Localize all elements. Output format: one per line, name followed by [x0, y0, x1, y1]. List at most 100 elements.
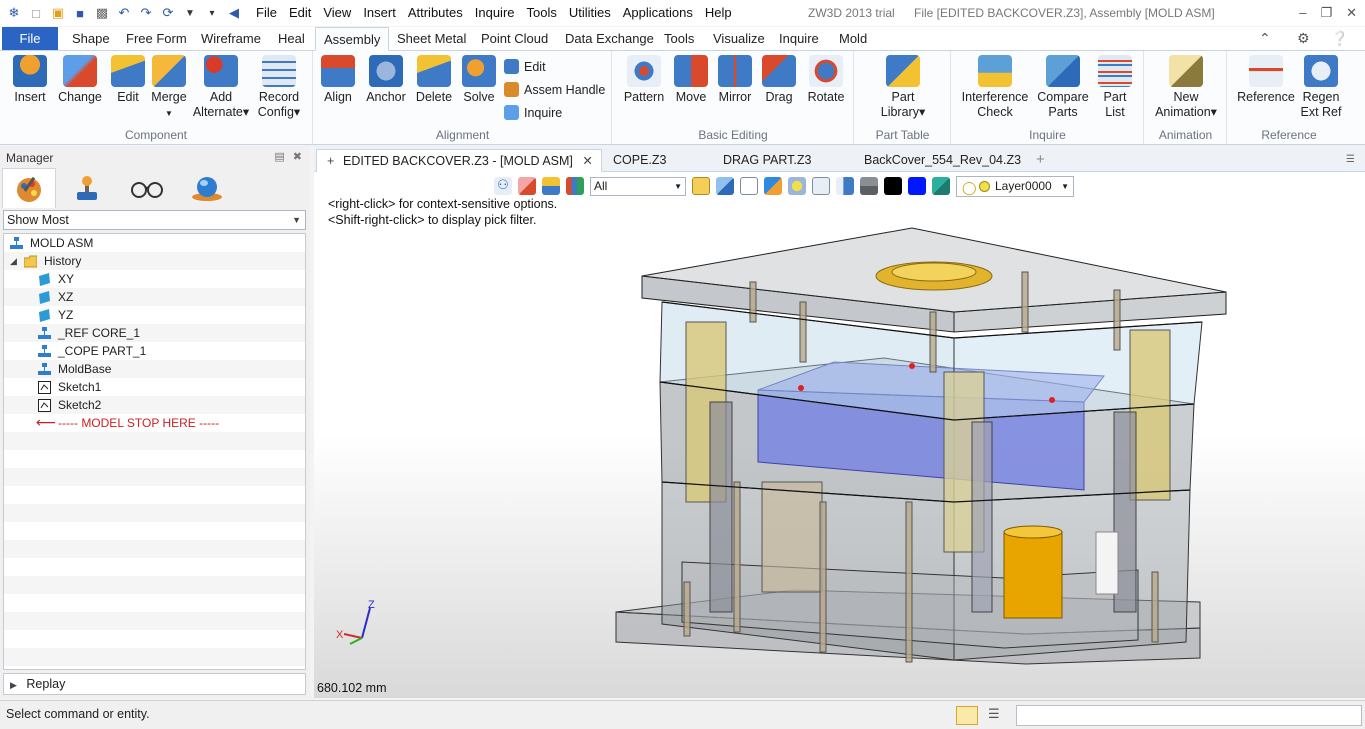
customize-icon[interactable]: ▾: [202, 4, 222, 22]
menu-attributes[interactable]: Attributes: [402, 1, 469, 25]
menu-insert[interactable]: Insert: [357, 1, 402, 25]
settings-icon[interactable]: ⚙: [1297, 30, 1310, 47]
assem-handle-button[interactable]: Assem Handle: [504, 82, 605, 97]
delete-button[interactable]: Delete: [414, 55, 454, 105]
move-button[interactable]: Move: [671, 55, 711, 105]
history-tab[interactable]: [2, 168, 56, 208]
menu-file[interactable]: File: [250, 1, 283, 25]
tab-data-exchange[interactable]: Data Exchange: [565, 27, 654, 51]
change-button[interactable]: Change: [56, 55, 104, 105]
tree-row-empty: [4, 612, 305, 630]
new-animation-button[interactable]: New Animation▾: [1151, 55, 1221, 120]
tab-visualize[interactable]: Visualize: [713, 27, 765, 51]
command-input-toggle-icon[interactable]: [956, 706, 978, 725]
interference-check-button[interactable]: Interference Check: [958, 55, 1032, 120]
doc-tab-drag-part[interactable]: DRAG PART.Z3: [723, 149, 811, 172]
align-button[interactable]: Align: [320, 55, 356, 105]
menu-inquire[interactable]: Inquire: [469, 1, 521, 25]
doc-tab-backcover-rev[interactable]: BackCover_554_Rev_04.Z3: [864, 149, 1021, 172]
add-alternate-button[interactable]: Add Alternate▾: [192, 55, 250, 120]
tree-row-moldbase[interactable]: MoldBase: [4, 360, 305, 378]
mirror-button[interactable]: Mirror: [715, 55, 755, 105]
rotate-button[interactable]: Rotate: [805, 55, 847, 105]
tab-shape[interactable]: Shape: [72, 27, 110, 51]
tree-row-xy[interactable]: XY: [4, 270, 305, 288]
quick-access-toolbar: ❄ □ ▣ ■ ▩ ↶ ↷ ⟳ ▼ ▾ ◀: [0, 4, 244, 22]
3d-viewport[interactable]: ⚇ All ▼ ◯ Layer0000 ▼ <right-click> for …: [314, 172, 1365, 698]
assembly-tab[interactable]: [60, 168, 114, 208]
tree-row-xz[interactable]: XZ: [4, 288, 305, 306]
display-tab[interactable]: [180, 168, 234, 208]
tab-assembly[interactable]: Assembly: [315, 27, 390, 51]
solve-button[interactable]: Solve: [460, 55, 498, 105]
menu-tools[interactable]: Tools: [521, 1, 563, 25]
tab-wireframe[interactable]: Wireframe: [201, 27, 261, 51]
insert-button[interactable]: Insert: [10, 55, 50, 105]
pin-icon[interactable]: ▤: [274, 150, 284, 163]
app-logo-icon[interactable]: ❄: [4, 4, 24, 22]
part-list-button[interactable]: Part List: [1094, 55, 1136, 120]
tree-row-sketch2[interactable]: Sketch2: [4, 396, 305, 414]
regen-ext-ref-button[interactable]: Regen Ext Ref: [1298, 55, 1344, 120]
save-icon[interactable]: ■: [70, 4, 90, 22]
command-input-field[interactable]: [1016, 705, 1362, 726]
restore-icon[interactable]: ❐: [1320, 0, 1332, 26]
tab-mold[interactable]: Mold: [839, 27, 867, 51]
help-icon[interactable]: ❔: [1331, 30, 1348, 47]
reference-button[interactable]: Reference: [1236, 55, 1296, 105]
drag-button[interactable]: Drag: [759, 55, 799, 105]
tree-row-history[interactable]: ◢ History: [4, 252, 305, 270]
tab-point-cloud[interactable]: Point Cloud: [481, 27, 548, 51]
undo-icon[interactable]: ↶: [114, 4, 134, 22]
menu-applications[interactable]: Applications: [617, 1, 699, 25]
menu-help[interactable]: Help: [699, 1, 738, 25]
tab-tools[interactable]: Tools: [664, 27, 694, 51]
close-panel-icon[interactable]: ✖: [293, 150, 302, 163]
expand-arrow-icon[interactable]: ◢: [10, 252, 17, 270]
tree-row-sketch1[interactable]: Sketch1: [4, 378, 305, 396]
menu-view[interactable]: View: [317, 1, 357, 25]
doc-tab-cope[interactable]: COPE.Z3: [613, 149, 667, 172]
collapse-arrow-icon[interactable]: ◀: [224, 4, 244, 22]
regen-icon[interactable]: ⟳: [158, 4, 178, 22]
tab-sheet-metal[interactable]: Sheet Metal: [397, 27, 466, 51]
list-view-icon[interactable]: ☰: [988, 706, 1006, 725]
print-icon[interactable]: ▩: [92, 4, 112, 22]
tab-list-icon[interactable]: ☰: [1346, 149, 1355, 172]
tree-row-yz[interactable]: YZ: [4, 306, 305, 324]
alignment-inquire-button[interactable]: Inquire: [504, 105, 562, 120]
tree-row-ref-core[interactable]: _REF CORE_1: [4, 324, 305, 342]
tab-inquire[interactable]: Inquire: [779, 27, 819, 51]
pattern-button[interactable]: Pattern: [623, 55, 665, 105]
replay-panel[interactable]: ▶ Replay: [3, 673, 306, 695]
dropdown-icon[interactable]: ▼: [180, 4, 200, 22]
tab-free-form[interactable]: Free Form: [126, 27, 187, 51]
redo-icon[interactable]: ↷: [136, 4, 156, 22]
new-file-icon[interactable]: □: [26, 4, 46, 22]
close-tab-icon[interactable]: ✕: [582, 154, 592, 168]
tree-row-model-stop[interactable]: ⟵ ----- MODEL STOP HERE -----: [4, 414, 305, 432]
record-config-button[interactable]: Record Config▾: [254, 55, 304, 120]
tree-row-root[interactable]: MOLD ASM: [4, 234, 305, 252]
tree-filter-select[interactable]: Show Most ▼: [3, 210, 306, 230]
tree-row-cope-part[interactable]: _COPE PART_1: [4, 342, 305, 360]
new-tab-icon[interactable]: +: [1036, 149, 1045, 172]
alignment-edit-button[interactable]: Edit: [504, 59, 546, 74]
menu-edit[interactable]: Edit: [283, 1, 317, 25]
edit-button[interactable]: Edit: [110, 55, 146, 105]
mold-assembly-model[interactable]: [314, 172, 1365, 698]
file-tab-button[interactable]: File: [2, 27, 58, 50]
collapse-ribbon-icon[interactable]: ⌃: [1259, 30, 1271, 47]
doc-tab-edited-backcover[interactable]: + EDITED BACKCOVER.Z3 - [MOLD ASM] ✕: [316, 149, 602, 172]
anchor-button[interactable]: Anchor: [364, 55, 408, 105]
part-library-button[interactable]: Part Library▾: [877, 55, 929, 120]
open-folder-icon[interactable]: ▣: [48, 4, 68, 22]
close-icon[interactable]: ✕: [1346, 0, 1357, 26]
minimize-icon[interactable]: –: [1299, 0, 1306, 26]
compare-parts-button[interactable]: Compare Parts: [1036, 55, 1090, 120]
group-label-part-table: Part Table: [875, 128, 930, 142]
view-tab[interactable]: [120, 168, 174, 208]
menu-utilities[interactable]: Utilities: [563, 1, 617, 25]
tab-heal[interactable]: Heal: [278, 27, 305, 51]
merge-button[interactable]: Merge ▼: [148, 55, 190, 121]
